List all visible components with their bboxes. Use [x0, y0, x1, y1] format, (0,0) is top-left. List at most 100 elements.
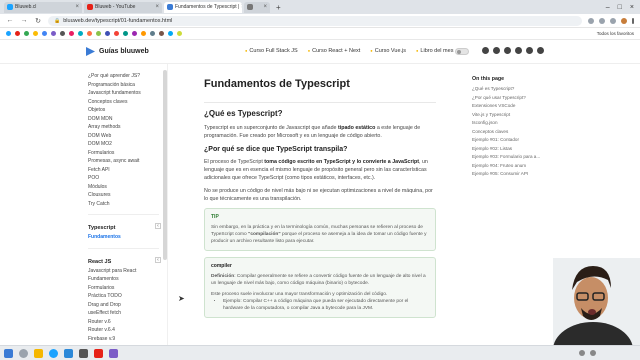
bookmark-item[interactable]	[87, 31, 92, 36]
toc-item[interactable]: ¿Qué es Typescript?	[472, 85, 562, 94]
sidebar-item[interactable]: Drag and Drop	[80, 301, 167, 310]
bookmark-item[interactable]	[42, 31, 47, 36]
browser-tab-active[interactable]: Fundamentos de Typescript |×	[164, 1, 242, 13]
sidebar-item[interactable]: DOM MDN	[80, 115, 167, 124]
browser-tab[interactable]: ×	[244, 1, 270, 13]
toc-item[interactable]: Vite.js y Typescript	[472, 111, 562, 120]
chevron-icon[interactable]: ‹	[155, 256, 161, 263]
extension-icon[interactable]	[599, 17, 605, 24]
site-brand[interactable]: Guías bluuweb	[86, 47, 149, 56]
bookmark-item[interactable]	[24, 31, 29, 36]
app-icon[interactable]	[79, 348, 88, 358]
wifi-icon[interactable]	[579, 350, 585, 356]
windows-start-icon[interactable]	[4, 348, 13, 358]
instagram-icon[interactable]	[526, 47, 533, 54]
toc-item[interactable]: Ejemplo #01: Contador	[472, 136, 562, 145]
toc-item[interactable]: Extensiones VSCode	[472, 102, 562, 111]
sidebar-item[interactable]: Array methods	[80, 123, 167, 132]
close-icon[interactable]: ×	[75, 4, 79, 10]
sidebar-item-fundamentos[interactable]: Fundamentos	[80, 233, 167, 242]
vscode-icon[interactable]	[64, 348, 73, 358]
toc-item[interactable]: Ejemplo #05: Consumir API	[472, 170, 562, 179]
url-field[interactable]: 🔒 bluuweb.dev/typescript/01-fundamentos.…	[48, 15, 582, 26]
bookmark-item[interactable]	[105, 31, 110, 36]
sidebar-item[interactable]: Router v.6	[80, 318, 167, 327]
search-icon[interactable]	[19, 348, 28, 358]
sidebar-item[interactable]: Firebase v.9	[80, 335, 167, 344]
app-icon[interactable]	[109, 348, 118, 358]
sidebar-item[interactable]: Módulos	[80, 183, 167, 192]
nav-link[interactable]: Libro del mes	[416, 48, 453, 54]
bookmark-item[interactable]	[123, 31, 128, 36]
volume-icon[interactable]	[590, 350, 596, 356]
reload-icon[interactable]: ↻	[34, 17, 42, 25]
sidebar-item[interactable]: Objetos	[80, 106, 167, 115]
explorer-icon[interactable]	[34, 348, 43, 358]
maximize-icon[interactable]: □	[618, 4, 622, 11]
browser-icon[interactable]	[49, 348, 58, 358]
bookmark-item[interactable]	[69, 31, 74, 36]
new-tab-button[interactable]: +	[272, 3, 285, 12]
close-window-icon[interactable]: ×	[630, 4, 634, 11]
close-icon[interactable]: ×	[155, 4, 159, 10]
sidebar-item[interactable]: Formularios	[80, 284, 167, 293]
sidebar-item[interactable]: Try Catch	[80, 200, 167, 209]
bookmark-folder[interactable]: Todos los favoritos	[597, 31, 634, 36]
bookmark-item[interactable]	[159, 31, 164, 36]
nav-link[interactable]: Curso React + Next	[308, 48, 360, 54]
back-icon[interactable]: ←	[6, 17, 14, 24]
facebook-icon[interactable]	[537, 47, 544, 54]
nav-link[interactable]: Curso Vue.js	[370, 48, 406, 54]
bookmark-item[interactable]	[60, 31, 65, 36]
theme-toggle[interactable]	[455, 48, 469, 55]
toc-item[interactable]: Ejemplo #03: Formulario para a...	[472, 153, 562, 162]
extension-icon[interactable]	[588, 17, 594, 24]
bookmark-item[interactable]	[6, 31, 11, 36]
bookmark-item[interactable]	[78, 31, 83, 36]
sidebar-item[interactable]: Javascript fundamentos	[80, 89, 167, 98]
toc-item[interactable]: tsconfig.json	[472, 119, 562, 128]
sidebar-scrollbar[interactable]	[163, 70, 167, 260]
discord-icon[interactable]	[493, 47, 500, 54]
sidebar-group-react[interactable]: React JS ‹	[80, 256, 167, 267]
menu-icon[interactable]	[632, 17, 634, 24]
sidebar-item[interactable]: Programación básica	[80, 81, 167, 90]
extension-icon[interactable]	[610, 17, 616, 24]
nav-link[interactable]: Curso Full Stack JS	[245, 48, 297, 54]
bookmark-item[interactable]	[114, 31, 119, 36]
sidebar-item[interactable]: DOM MO2	[80, 140, 167, 149]
toc-item[interactable]: Conceptos claves	[472, 128, 562, 137]
chevron-icon[interactable]: ‹	[155, 223, 161, 229]
github-icon[interactable]	[515, 47, 522, 54]
profile-icon[interactable]	[621, 17, 627, 24]
sidebar-group-typescript[interactable]: Typescript ‹	[80, 223, 167, 233]
sidebar-item[interactable]: Promesas, async await	[80, 157, 167, 166]
sidebar-item[interactable]: Conceptos claves	[80, 98, 167, 107]
sidebar-item[interactable]: ¿Por qué aprender JS?	[80, 72, 167, 81]
app-icon[interactable]	[94, 348, 103, 358]
toc-item[interactable]: Ejemplo #04: Fruteo anum	[472, 162, 562, 171]
forward-icon[interactable]: →	[20, 17, 28, 24]
sidebar-item[interactable]: Formularios	[80, 149, 167, 158]
sidebar-item[interactable]: Clousures	[80, 191, 167, 200]
sidebar-item[interactable]: Fetch API	[80, 166, 167, 175]
bookmark-item[interactable]	[33, 31, 38, 36]
bookmark-item[interactable]	[168, 31, 173, 36]
toc-item[interactable]: Ejemplo #02: Listas	[472, 145, 562, 154]
youtube-icon[interactable]	[482, 47, 489, 54]
toc-item[interactable]: ¿Por qué usar Typescript?	[472, 94, 562, 103]
bookmark-item[interactable]	[177, 31, 182, 36]
browser-tab[interactable]: Bluweb - YouTube ×	[84, 1, 162, 13]
bookmark-item[interactable]	[15, 31, 20, 36]
twitch-icon[interactable]	[504, 47, 511, 54]
sidebar-item[interactable]: Router v.6.4	[80, 326, 167, 335]
bookmark-item[interactable]	[96, 31, 101, 36]
sidebar-item[interactable]: Práctica TODO	[80, 292, 167, 301]
sidebar-item[interactable]: POO	[80, 174, 167, 183]
sidebar-item[interactable]: useEffect fetch	[80, 309, 167, 318]
close-icon[interactable]: ×	[263, 4, 267, 10]
bookmark-item[interactable]	[51, 31, 56, 36]
sidebar-item[interactable]: Fundamentos	[80, 275, 167, 284]
minimize-icon[interactable]: –	[606, 4, 610, 11]
bookmark-item[interactable]	[141, 31, 146, 36]
